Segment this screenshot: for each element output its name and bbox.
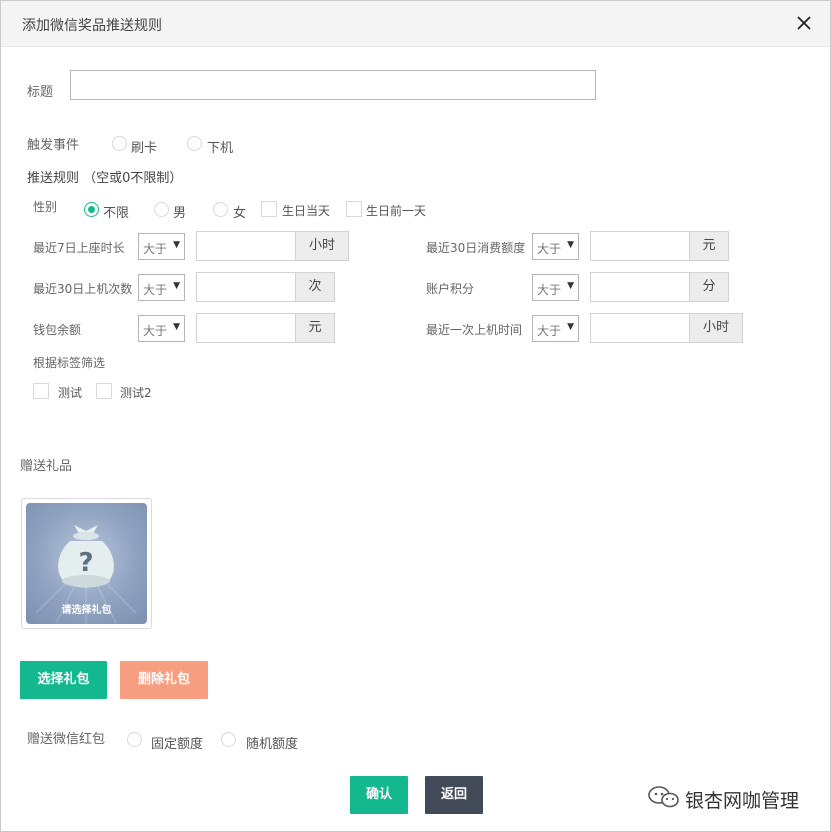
- gender-radio-male[interactable]: [154, 202, 169, 217]
- gender-option-female: 女: [233, 206, 247, 221]
- rule-input-points[interactable]: [590, 272, 690, 302]
- rule-op-value: 大于: [143, 242, 168, 256]
- back-button[interactable]: 返回: [425, 776, 483, 814]
- tag-filter-label: 根据标签筛选: [33, 356, 106, 370]
- rule-label-play-hours: 最近7日上座时长: [33, 241, 125, 255]
- rule-op-select-wallet[interactable]: 大于 ▼: [138, 315, 185, 342]
- rule-unit-points: 分: [690, 272, 729, 302]
- delete-gift-button[interactable]: 删除礼包: [120, 661, 208, 699]
- gender-label: 性别: [33, 200, 58, 214]
- wechat-logo-icon: [647, 785, 681, 813]
- rule-unit-wallet: 元: [296, 313, 335, 343]
- trigger-option-swipe: 刷卡: [131, 141, 158, 156]
- rule-label-last-login: 最近一次上机时间: [426, 323, 523, 337]
- birthday-today-label: 生日当天: [282, 204, 331, 218]
- dropdown-arrow-icon: ▼: [567, 240, 574, 250]
- watermark-text: 银杏网咖管理: [685, 790, 800, 812]
- gender-radio-any[interactable]: [84, 202, 99, 217]
- trigger-label: 触发事件: [27, 138, 80, 153]
- redpacket-radio-random[interactable]: [221, 732, 236, 747]
- tag-label-test2: 测试2: [120, 386, 152, 400]
- gift-heading: 赠送礼品: [20, 459, 73, 474]
- rule-unit-spend: 元: [690, 231, 729, 261]
- dialog-title: 添加微信奖品推送规则: [22, 18, 162, 34]
- rules-heading: 推送规则 （空或0不限制）: [27, 171, 183, 186]
- rule-input-wallet[interactable]: [196, 313, 296, 343]
- dialog: 添加微信奖品推送规则 标题 触发事件 刷卡 下机 推送规则 （空或0不限制） 性…: [0, 0, 831, 832]
- title-label: 标题: [27, 85, 54, 100]
- rule-label-login-count: 最近30日上机次数: [33, 282, 133, 296]
- rule-input-last-login[interactable]: [590, 313, 690, 343]
- dropdown-arrow-icon: ▼: [567, 322, 574, 332]
- gift-placeholder[interactable]: ? 请选择礼包: [26, 503, 147, 624]
- rule-input-spend[interactable]: [590, 231, 690, 261]
- rule-op-value: 大于: [537, 242, 562, 256]
- gender-radio-female[interactable]: [213, 202, 228, 217]
- rule-label-wallet: 钱包余额: [33, 323, 82, 337]
- rule-unit-login-count: 次: [296, 272, 335, 302]
- rule-op-value: 大于: [143, 324, 168, 338]
- birthday-today-checkbox[interactable]: [261, 201, 277, 217]
- trigger-radio-swipe[interactable]: [112, 136, 127, 151]
- rule-op-select-login-count[interactable]: 大于 ▼: [138, 274, 185, 301]
- dialog-header: 添加微信奖品推送规则: [1, 1, 830, 47]
- redpacket-label: 赠送微信红包: [27, 732, 106, 747]
- confirm-button[interactable]: 确认: [350, 776, 408, 814]
- dropdown-arrow-icon: ▼: [173, 322, 180, 332]
- trigger-option-logout: 下机: [207, 141, 234, 156]
- rule-op-select-last-login[interactable]: 大于 ▼: [532, 315, 579, 342]
- dropdown-arrow-icon: ▼: [173, 281, 180, 291]
- gift-card: ? 请选择礼包: [21, 498, 152, 629]
- tag-checkbox-test[interactable]: [33, 383, 49, 399]
- rule-op-select-points[interactable]: 大于 ▼: [532, 274, 579, 301]
- rule-label-spend: 最近30日消费额度: [426, 241, 526, 255]
- gender-option-any: 不限: [103, 206, 130, 221]
- select-gift-button[interactable]: 选择礼包: [20, 661, 107, 699]
- dropdown-arrow-icon: ▼: [567, 281, 574, 291]
- tag-checkbox-test2[interactable]: [96, 383, 112, 399]
- rule-op-select-spend[interactable]: 大于 ▼: [532, 233, 579, 260]
- rule-unit-play-hours: 小时: [296, 231, 349, 261]
- rule-op-value: 大于: [537, 283, 562, 297]
- redpacket-radio-fixed[interactable]: [127, 732, 142, 747]
- gift-placeholder-label: 请选择礼包: [61, 605, 112, 616]
- redpacket-option-random: 随机额度: [246, 737, 299, 752]
- rule-label-points: 账户积分: [426, 282, 475, 296]
- svg-text:?: ?: [78, 548, 93, 578]
- redpacket-option-fixed: 固定额度: [151, 737, 204, 752]
- rule-op-value: 大于: [143, 283, 168, 297]
- close-icon[interactable]: [794, 13, 814, 33]
- trigger-radio-logout[interactable]: [187, 136, 202, 151]
- birthday-eve-label: 生日前一天: [366, 204, 427, 218]
- rule-op-select-play-hours[interactable]: 大于 ▼: [138, 233, 185, 260]
- birthday-eve-checkbox[interactable]: [346, 201, 362, 217]
- rule-op-value: 大于: [537, 324, 562, 338]
- title-input[interactable]: [70, 70, 596, 100]
- rule-unit-last-login: 小时: [690, 313, 743, 343]
- rule-input-play-hours[interactable]: [196, 231, 296, 261]
- gender-option-male: 男: [173, 206, 187, 221]
- dropdown-arrow-icon: ▼: [173, 240, 180, 250]
- tag-label-test: 测试: [58, 386, 83, 400]
- rule-input-login-count[interactable]: [196, 272, 296, 302]
